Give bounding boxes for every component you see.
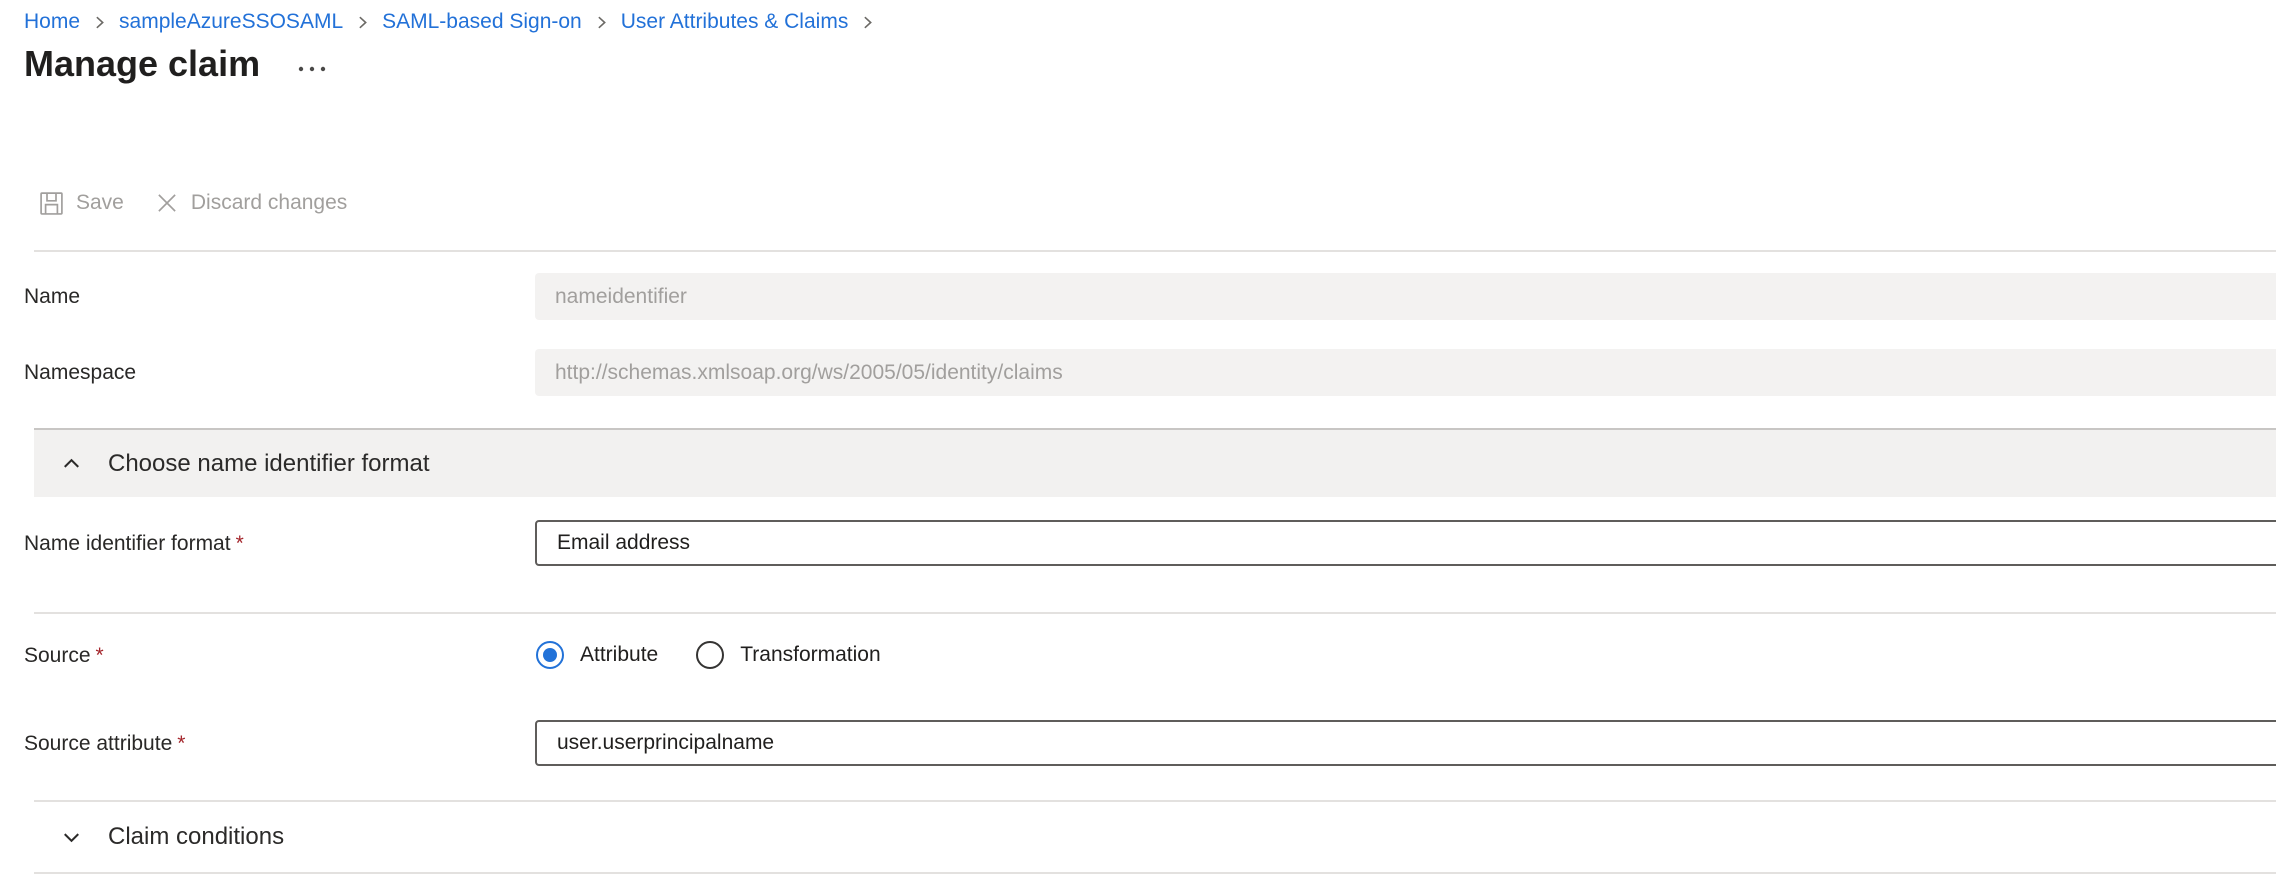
required-asterisk: * bbox=[96, 644, 104, 667]
source-radio-group: Attribute Transformation bbox=[536, 641, 881, 669]
source-attribute-input[interactable] bbox=[535, 720, 2276, 766]
chevron-right-icon bbox=[91, 14, 108, 31]
chevron-right-icon bbox=[593, 14, 610, 31]
save-button[interactable]: Save bbox=[34, 186, 128, 220]
name-input bbox=[535, 273, 2276, 320]
chevron-up-icon bbox=[58, 450, 85, 477]
source-attribute-label: Source attribute* bbox=[24, 731, 185, 757]
source-label: Source* bbox=[24, 643, 104, 669]
discard-changes-label: Discard changes bbox=[191, 188, 347, 218]
more-options-icon[interactable] bbox=[296, 63, 328, 75]
breadcrumb-item-home[interactable]: Home bbox=[24, 9, 80, 35]
section-header-name-identifier-format[interactable]: Choose name identifier format bbox=[34, 428, 2276, 497]
section-divider bbox=[34, 872, 2276, 874]
chevron-right-icon bbox=[354, 14, 371, 31]
command-bar: Save Discard changes bbox=[34, 186, 351, 220]
discard-changes-button[interactable]: Discard changes bbox=[150, 186, 351, 220]
name-identifier-format-label: Name identifier format* bbox=[24, 531, 244, 557]
radio-attribute[interactable] bbox=[536, 641, 564, 669]
breadcrumb: Home sampleAzureSSOSAML SAML-based Sign-… bbox=[24, 9, 878, 35]
namespace-input bbox=[535, 349, 2276, 396]
radio-transformation-label[interactable]: Transformation bbox=[740, 641, 880, 669]
toolbar-divider bbox=[34, 250, 2276, 252]
save-button-label: Save bbox=[76, 188, 124, 218]
section-title: Choose name identifier format bbox=[108, 450, 430, 478]
page-header: Manage claim bbox=[24, 42, 328, 86]
save-icon bbox=[38, 190, 65, 217]
section-divider bbox=[34, 612, 2276, 614]
radio-attribute-label[interactable]: Attribute bbox=[580, 641, 658, 669]
radio-transformation[interactable] bbox=[696, 641, 724, 669]
namespace-field-label: Namespace bbox=[24, 360, 136, 386]
x-icon bbox=[154, 190, 180, 216]
breadcrumb-item-app[interactable]: sampleAzureSSOSAML bbox=[119, 9, 343, 35]
chevron-right-icon bbox=[859, 14, 876, 31]
breadcrumb-item-saml-signon[interactable]: SAML-based Sign-on bbox=[382, 9, 582, 35]
section-title: Claim conditions bbox=[108, 823, 284, 851]
required-asterisk: * bbox=[236, 532, 244, 555]
chevron-down-icon bbox=[58, 824, 85, 851]
name-field-label: Name bbox=[24, 284, 80, 310]
breadcrumb-item-user-attributes[interactable]: User Attributes & Claims bbox=[621, 9, 849, 35]
required-asterisk: * bbox=[177, 732, 185, 755]
page-title: Manage claim bbox=[24, 42, 260, 86]
section-header-claim-conditions[interactable]: Claim conditions bbox=[34, 802, 2276, 872]
name-identifier-format-dropdown[interactable] bbox=[535, 520, 2276, 566]
